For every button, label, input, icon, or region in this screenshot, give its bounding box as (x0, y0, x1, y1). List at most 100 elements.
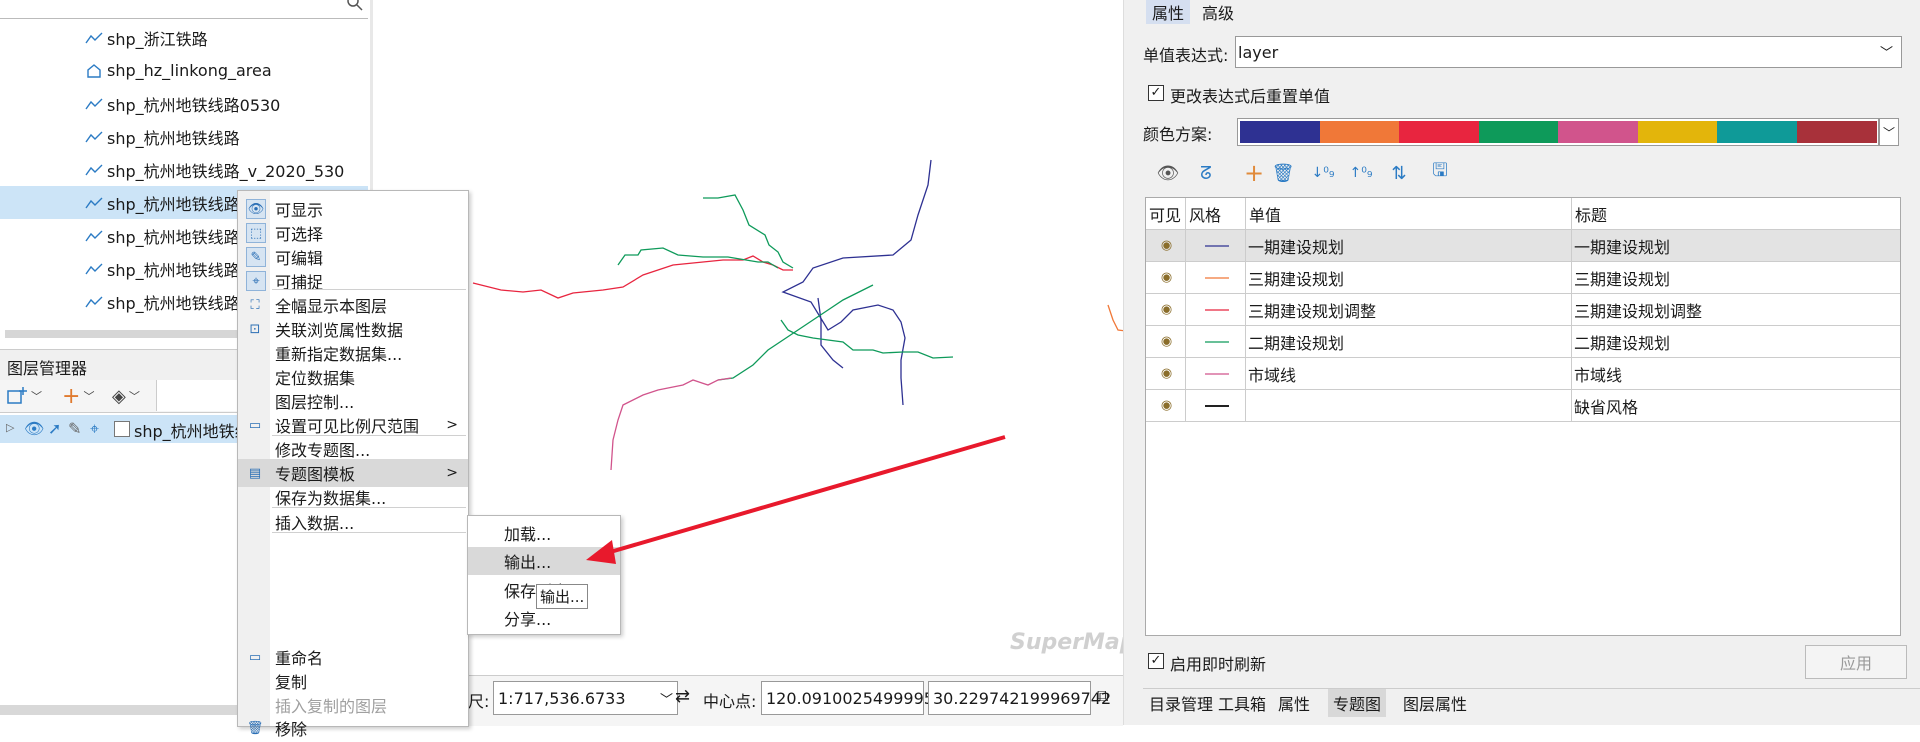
tab-thematic[interactable]: 专题图 (1328, 689, 1387, 717)
tree-search-bar[interactable] (0, 0, 368, 19)
visibility-toggle-button[interactable]: 👁 (1155, 160, 1181, 186)
reset-checkbox[interactable]: ✓ (1148, 85, 1164, 101)
selectable-cursor-icon[interactable]: ➚ (48, 419, 61, 438)
layer-style-button[interactable]: ◈ ﹀ (112, 384, 140, 408)
visible-cell[interactable]: ◉ (1146, 294, 1186, 325)
menu-item-label: 定位数据集 (275, 369, 356, 388)
delete-value-button[interactable]: 🗑 (1270, 160, 1296, 186)
thematic-layer-icon (114, 421, 130, 437)
style-cell[interactable] (1186, 230, 1246, 261)
expression-select[interactable]: layer ﹀ (1235, 36, 1902, 68)
color-swatch (1637, 121, 1718, 143)
thematic-template-icon: ▤ (248, 465, 262, 481)
value-cell[interactable] (1246, 390, 1572, 421)
expand-arrow-icon[interactable]: ▷ (6, 421, 14, 434)
swap-icon[interactable]: ⇄ (675, 686, 690, 707)
eye-icon[interactable]: ◉ (1161, 366, 1172, 381)
title-cell[interactable]: 缺省风格 (1572, 390, 1900, 421)
style-cell[interactable] (1186, 262, 1246, 293)
value-toolbar: 👁 ᘔ + 🗑 ↓⁰₉ ↑⁰₉ ⇅ 🖫 (1145, 156, 1905, 190)
chevron-down-icon: ﹀ (659, 692, 673, 708)
tree-item[interactable]: shp_hz_linkong_area (0, 54, 368, 87)
menu-item-label: 可选择 (275, 225, 324, 244)
tree-item-label: shp_杭州地铁线路 (107, 194, 240, 214)
center-y-input[interactable]: 30.229742199969742 (928, 681, 1111, 715)
visible-cell[interactable]: ◉ (1146, 230, 1186, 261)
tree-item[interactable]: shp_杭州地铁线路0530 (0, 87, 368, 120)
title-cell[interactable]: 二期建设规划 (1572, 326, 1900, 357)
submenu-item-load[interactable]: 加载... (468, 519, 620, 547)
sort-ascending-button[interactable]: ↓⁰₉ (1310, 160, 1336, 186)
eye-icon[interactable]: ◉ (1161, 270, 1172, 285)
visible-cell[interactable]: ◉ (1146, 358, 1186, 389)
snap-icon[interactable]: ⌖ (90, 419, 99, 439)
tab-layer-properties[interactable]: 图层属性 (1398, 689, 1472, 717)
sort-descending-button[interactable]: ↑⁰₉ (1348, 160, 1374, 186)
add-data-button[interactable]: + ﹀ (62, 384, 94, 409)
visible-cell[interactable]: ◉ (1146, 390, 1186, 421)
title-cell[interactable]: 一期建设规划 (1572, 230, 1900, 261)
menu-item-label: 全幅显示本图层 (275, 297, 388, 316)
editable-pen-icon[interactable]: ✎ (68, 419, 81, 438)
color-scheme-dropdown[interactable]: ﹀ (1879, 118, 1899, 146)
tree-item[interactable]: shp_杭州地铁线路 (0, 120, 368, 153)
header-style[interactable]: 风格 (1186, 198, 1246, 230)
apply-button[interactable]: 应用 (1805, 645, 1907, 679)
tab-toolbox[interactable]: 工具箱 (1213, 689, 1271, 717)
style-cell[interactable] (1186, 390, 1246, 421)
title-cell[interactable]: 市域线 (1572, 358, 1900, 389)
add-layer-button[interactable]: ﹀ (6, 384, 42, 408)
tree-item[interactable]: shp_杭州地铁线路_v_2020_530 (0, 153, 368, 186)
value-cell[interactable]: 三期建设规划 (1246, 262, 1572, 293)
polyline-icon (85, 293, 103, 311)
title-cell[interactable]: 三期建设规划 (1572, 262, 1900, 293)
table-row[interactable]: ◉ 缺省风格 (1146, 390, 1900, 422)
visible-eye-icon[interactable]: 👁 (24, 419, 44, 438)
style-cell[interactable] (1186, 294, 1246, 325)
value-cell[interactable]: 三期建设规划调整 (1246, 294, 1572, 325)
add-value-button[interactable]: + (1241, 159, 1267, 187)
refresh-checkbox[interactable]: ✓ (1148, 653, 1164, 669)
tab-catalog[interactable]: 目录管理 (1144, 689, 1218, 717)
header-value[interactable]: 单值 (1246, 198, 1572, 230)
value-cell[interactable]: 市域线 (1246, 358, 1572, 389)
save-template-button[interactable]: 🖫 (1427, 160, 1453, 186)
center-x-input[interactable]: 120.09100254999959 (761, 681, 944, 715)
visible-cell[interactable]: ◉ (1146, 326, 1186, 357)
menu-item-remove[interactable]: 🗑 移除 (238, 714, 468, 742)
copy-icon[interactable]: ⧉ (1097, 686, 1108, 706)
search-icon[interactable] (346, 0, 364, 12)
style-cell[interactable] (1186, 326, 1246, 357)
menu-item-label: 可编辑 (275, 249, 324, 268)
menu-separator (272, 532, 466, 533)
reverse-order-button[interactable]: ⇅ (1386, 160, 1412, 186)
tab-attributes[interactable]: 属性 (1273, 689, 1315, 717)
color-scheme-ramp[interactable] (1237, 118, 1879, 146)
layers-icon: ◈ (112, 385, 126, 407)
tab-advanced[interactable]: 高级 (1196, 0, 1240, 24)
panel-splitter[interactable] (1123, 0, 1145, 725)
value-cell[interactable]: 一期建设规划 (1246, 230, 1572, 261)
eye-icon[interactable]: ◉ (1161, 398, 1172, 413)
tab-properties[interactable]: 属性 (1146, 0, 1191, 24)
menu-item-label: 重命名 (275, 649, 324, 668)
table-row[interactable]: ◉ 三期建设规划 三期建设规划 (1146, 262, 1900, 294)
visible-cell[interactable]: ◉ (1146, 262, 1186, 293)
style-cell[interactable] (1186, 358, 1246, 389)
table-row[interactable]: ◉ 一期建设规划 一期建设规划 (1146, 230, 1900, 262)
scale-select[interactable]: 1:717,536.6733 ﹀ (493, 681, 678, 715)
style-button[interactable]: ᘔ (1193, 160, 1219, 186)
table-row[interactable]: ◉ 市域线 市域线 (1146, 358, 1900, 390)
header-title[interactable]: 标题 (1572, 198, 1900, 230)
table-row[interactable]: ◉ 三期建设规划调整 三期建设规划调整 (1146, 294, 1900, 326)
eye-icon[interactable]: ◉ (1161, 302, 1172, 317)
eye-icon[interactable]: ◉ (1161, 238, 1172, 253)
tree-item[interactable]: shp_浙江铁路 (0, 21, 368, 54)
submenu-item-export[interactable]: 输出... (468, 547, 620, 575)
polyline-icon (85, 29, 103, 47)
value-cell[interactable]: 二期建设规划 (1246, 326, 1572, 357)
title-cell[interactable]: 三期建设规划调整 (1572, 294, 1900, 325)
eye-icon[interactable]: ◉ (1161, 334, 1172, 349)
table-row[interactable]: ◉ 二期建设规划 二期建设规划 (1146, 326, 1900, 358)
header-visible[interactable]: 可见 (1146, 198, 1186, 230)
